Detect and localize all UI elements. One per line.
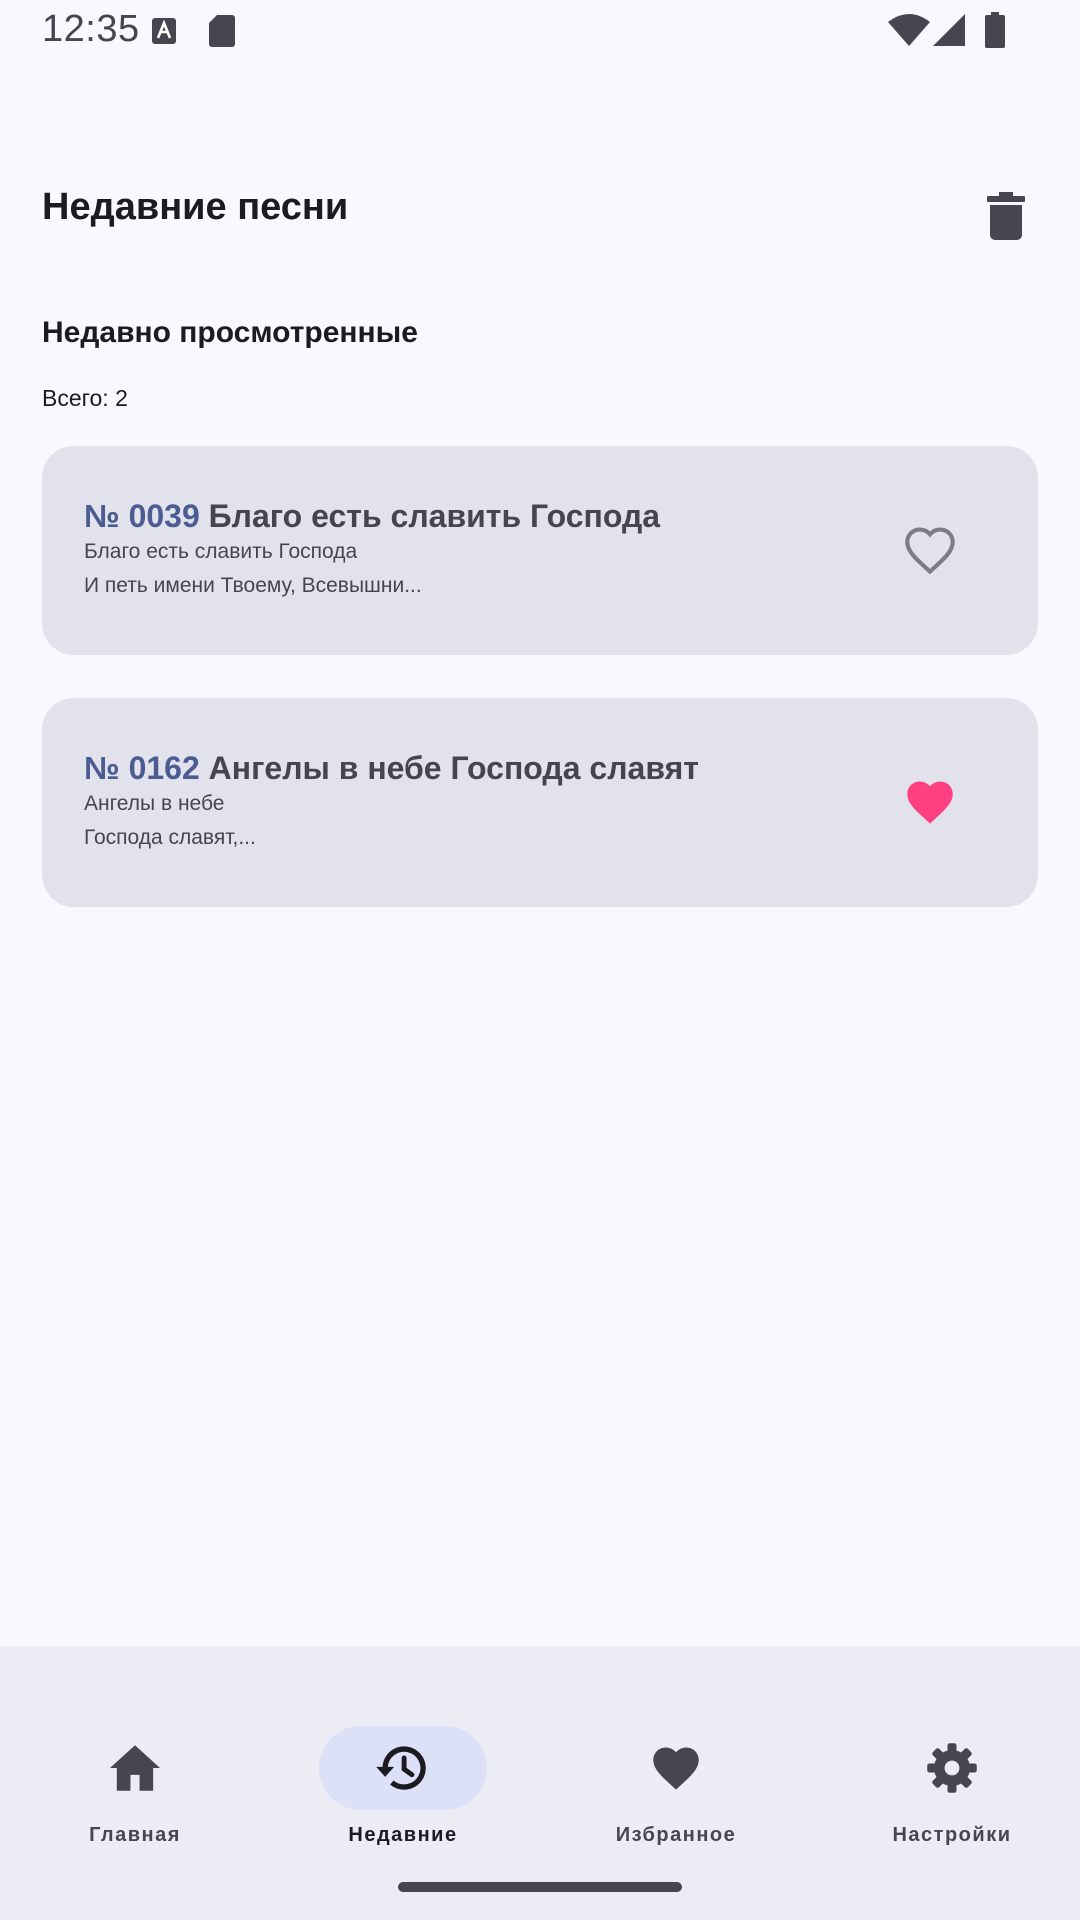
song-preview-line: Благо есть славить Господа — [84, 540, 358, 563]
nav-label: Главная — [89, 1824, 181, 1846]
clear-history-button[interactable] — [968, 178, 1044, 254]
song-preview-line: И петь имени Твоему, Всевышни... — [84, 574, 422, 597]
favorite-toggle[interactable] — [898, 518, 962, 582]
song-title-line: № 0039 Благо есть славить Господа — [84, 498, 660, 535]
text-notification-icon — [152, 18, 176, 44]
cell-signal-icon — [933, 14, 965, 46]
nav-label: Недавние — [348, 1824, 458, 1846]
nav-item-home[interactable]: Главная — [0, 1686, 270, 1846]
song-preview-line: Ангелы в небе — [84, 792, 225, 815]
nav-item-favorites[interactable]: Избранное — [541, 1686, 811, 1846]
nav-label: Избранное — [615, 1824, 737, 1846]
heart-filled-icon — [907, 781, 953, 824]
nav-item-settings[interactable]: Настройки — [817, 1686, 1080, 1846]
page-title: Недавние песни — [42, 186, 349, 228]
total-count: Всего: 2 — [42, 385, 128, 411]
trash-icon — [987, 192, 1025, 240]
nav-indicator — [592, 1726, 760, 1810]
nav-item-recent[interactable]: Недавние — [268, 1686, 538, 1846]
sd-card-icon — [209, 15, 235, 47]
status-bar: 12:35 — [0, 0, 1080, 64]
song-title: Ангелы в небе Господа славят — [208, 750, 699, 786]
heart-icon — [653, 1747, 699, 1790]
status-time: 12:35 — [42, 8, 140, 50]
nav-label: Настройки — [892, 1824, 1012, 1846]
home-indicator[interactable] — [398, 1882, 682, 1892]
song-card[interactable]: № 0162 Ангелы в небе Господа славят Анге… — [42, 698, 1038, 907]
nav-indicator — [51, 1726, 219, 1810]
nav-indicator — [319, 1726, 487, 1810]
home-icon — [110, 1745, 160, 1791]
favorite-toggle[interactable] — [898, 770, 962, 834]
gear-icon — [927, 1743, 977, 1793]
song-preview-line: Господа славят,... — [84, 826, 256, 849]
history-icon — [376, 1746, 426, 1790]
battery-icon — [985, 12, 1005, 48]
song-number: № 0039 — [84, 498, 200, 534]
song-number: № 0162 — [84, 750, 200, 786]
wifi-icon — [888, 14, 930, 46]
song-title-line: № 0162 Ангелы в небе Господа славят — [84, 750, 699, 787]
nav-indicator — [868, 1726, 1036, 1810]
song-card[interactable]: № 0039 Благо есть славить Господа Благо … — [42, 446, 1038, 655]
heart-outline-icon — [905, 527, 955, 575]
bottom-navigation: Главная Недавние Избранное Настройки — [0, 1646, 1080, 1920]
section-title: Недавно просмотренные — [42, 316, 418, 349]
song-title: Благо есть славить Господа — [208, 498, 661, 534]
